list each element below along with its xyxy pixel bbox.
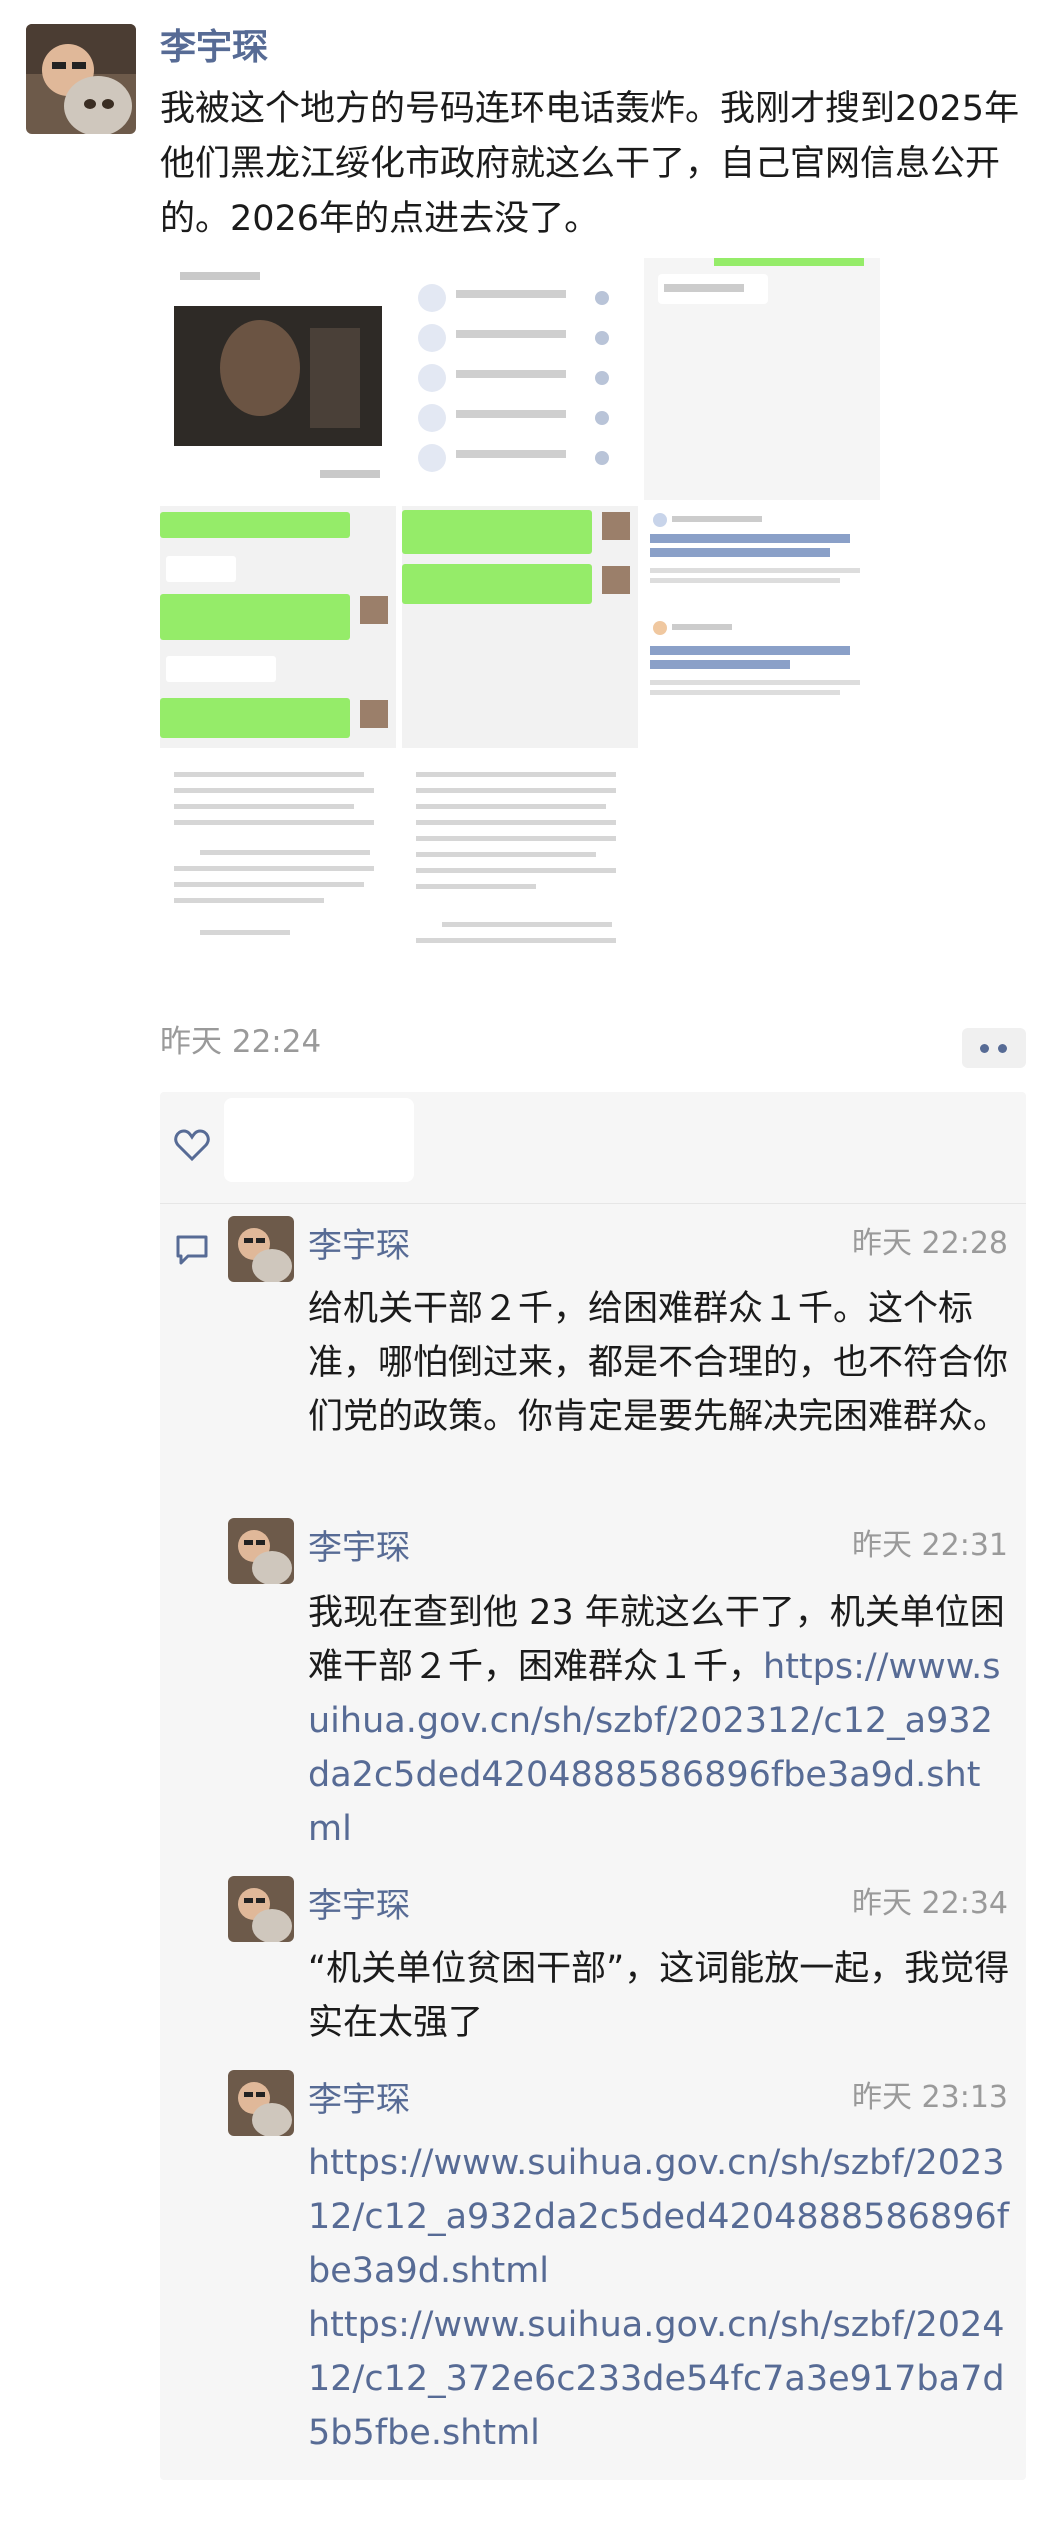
comment-timestamp: 昨天 22:28 (852, 1226, 1008, 1261)
comment-author[interactable]: 李宇琛 (308, 2078, 410, 2122)
comment-avatar[interactable] (228, 1216, 294, 1282)
post-image-6[interactable] (644, 506, 880, 748)
heart-icon (174, 1129, 210, 1162)
comment-bubble-icon (176, 1235, 208, 1265)
post-image-5[interactable] (402, 506, 638, 748)
comment-author[interactable]: 李宇琛 (308, 1224, 410, 1268)
post-image-1[interactable] (160, 258, 396, 500)
comment-text: 我现在查到他 23 年就这么干了，机关单位困难干部２千，困难群众１千，https… (308, 1586, 1014, 1856)
comment-text: https://www.suihua.gov.cn/sh/szbf/202312… (308, 2136, 1014, 2460)
comment-timestamp: 昨天 22:31 (852, 1528, 1008, 1563)
comment-text: “机关单位贫困干部”，这词能放一起，我觉得实在太强了 (308, 1949, 1010, 2043)
comment-link[interactable]: https://www.suihua.gov.cn/sh/szbf/202412… (308, 2298, 1014, 2460)
post-text: 我被这个地方的号码连环电话轰炸。我刚才搜到2025年他们黑龙江绥化市政府就这么干… (160, 89, 1020, 239)
liker-avatar[interactable] (224, 1098, 414, 1182)
comment-avatar[interactable] (228, 1876, 294, 1942)
post-timestamp: 昨天 22:24 (160, 1024, 322, 1060)
comment-text: 给机关干部２千，给困难群众１千。这个标准，哪怕倒过来，都是不合理的，也不符合你们… (308, 1289, 1009, 1437)
comment-link[interactable]: https://www.suihua.gov.cn/sh/szbf/202312… (308, 2136, 1014, 2298)
post-image-4[interactable] (160, 506, 396, 748)
comment-author[interactable]: 李宇琛 (308, 1526, 410, 1570)
post-image-3[interactable] (644, 258, 880, 500)
more-dots-icon[interactable] (962, 1028, 1026, 1068)
comment-avatar[interactable] (228, 2070, 294, 2136)
likes-row (160, 1092, 1026, 1204)
post-image-8[interactable] (402, 754, 638, 996)
comment-timestamp: 昨天 23:13 (852, 2080, 1008, 2115)
post-author-avatar[interactable] (26, 24, 136, 134)
post-image-7[interactable] (160, 754, 396, 996)
comment-author[interactable]: 李宇琛 (308, 1884, 410, 1928)
comment-avatar[interactable] (228, 1518, 294, 1584)
comment-timestamp: 昨天 22:34 (852, 1886, 1008, 1921)
post-author-name[interactable]: 李宇琛 (160, 26, 268, 70)
post-image-2[interactable] (402, 258, 638, 500)
post-image-grid (160, 258, 880, 996)
